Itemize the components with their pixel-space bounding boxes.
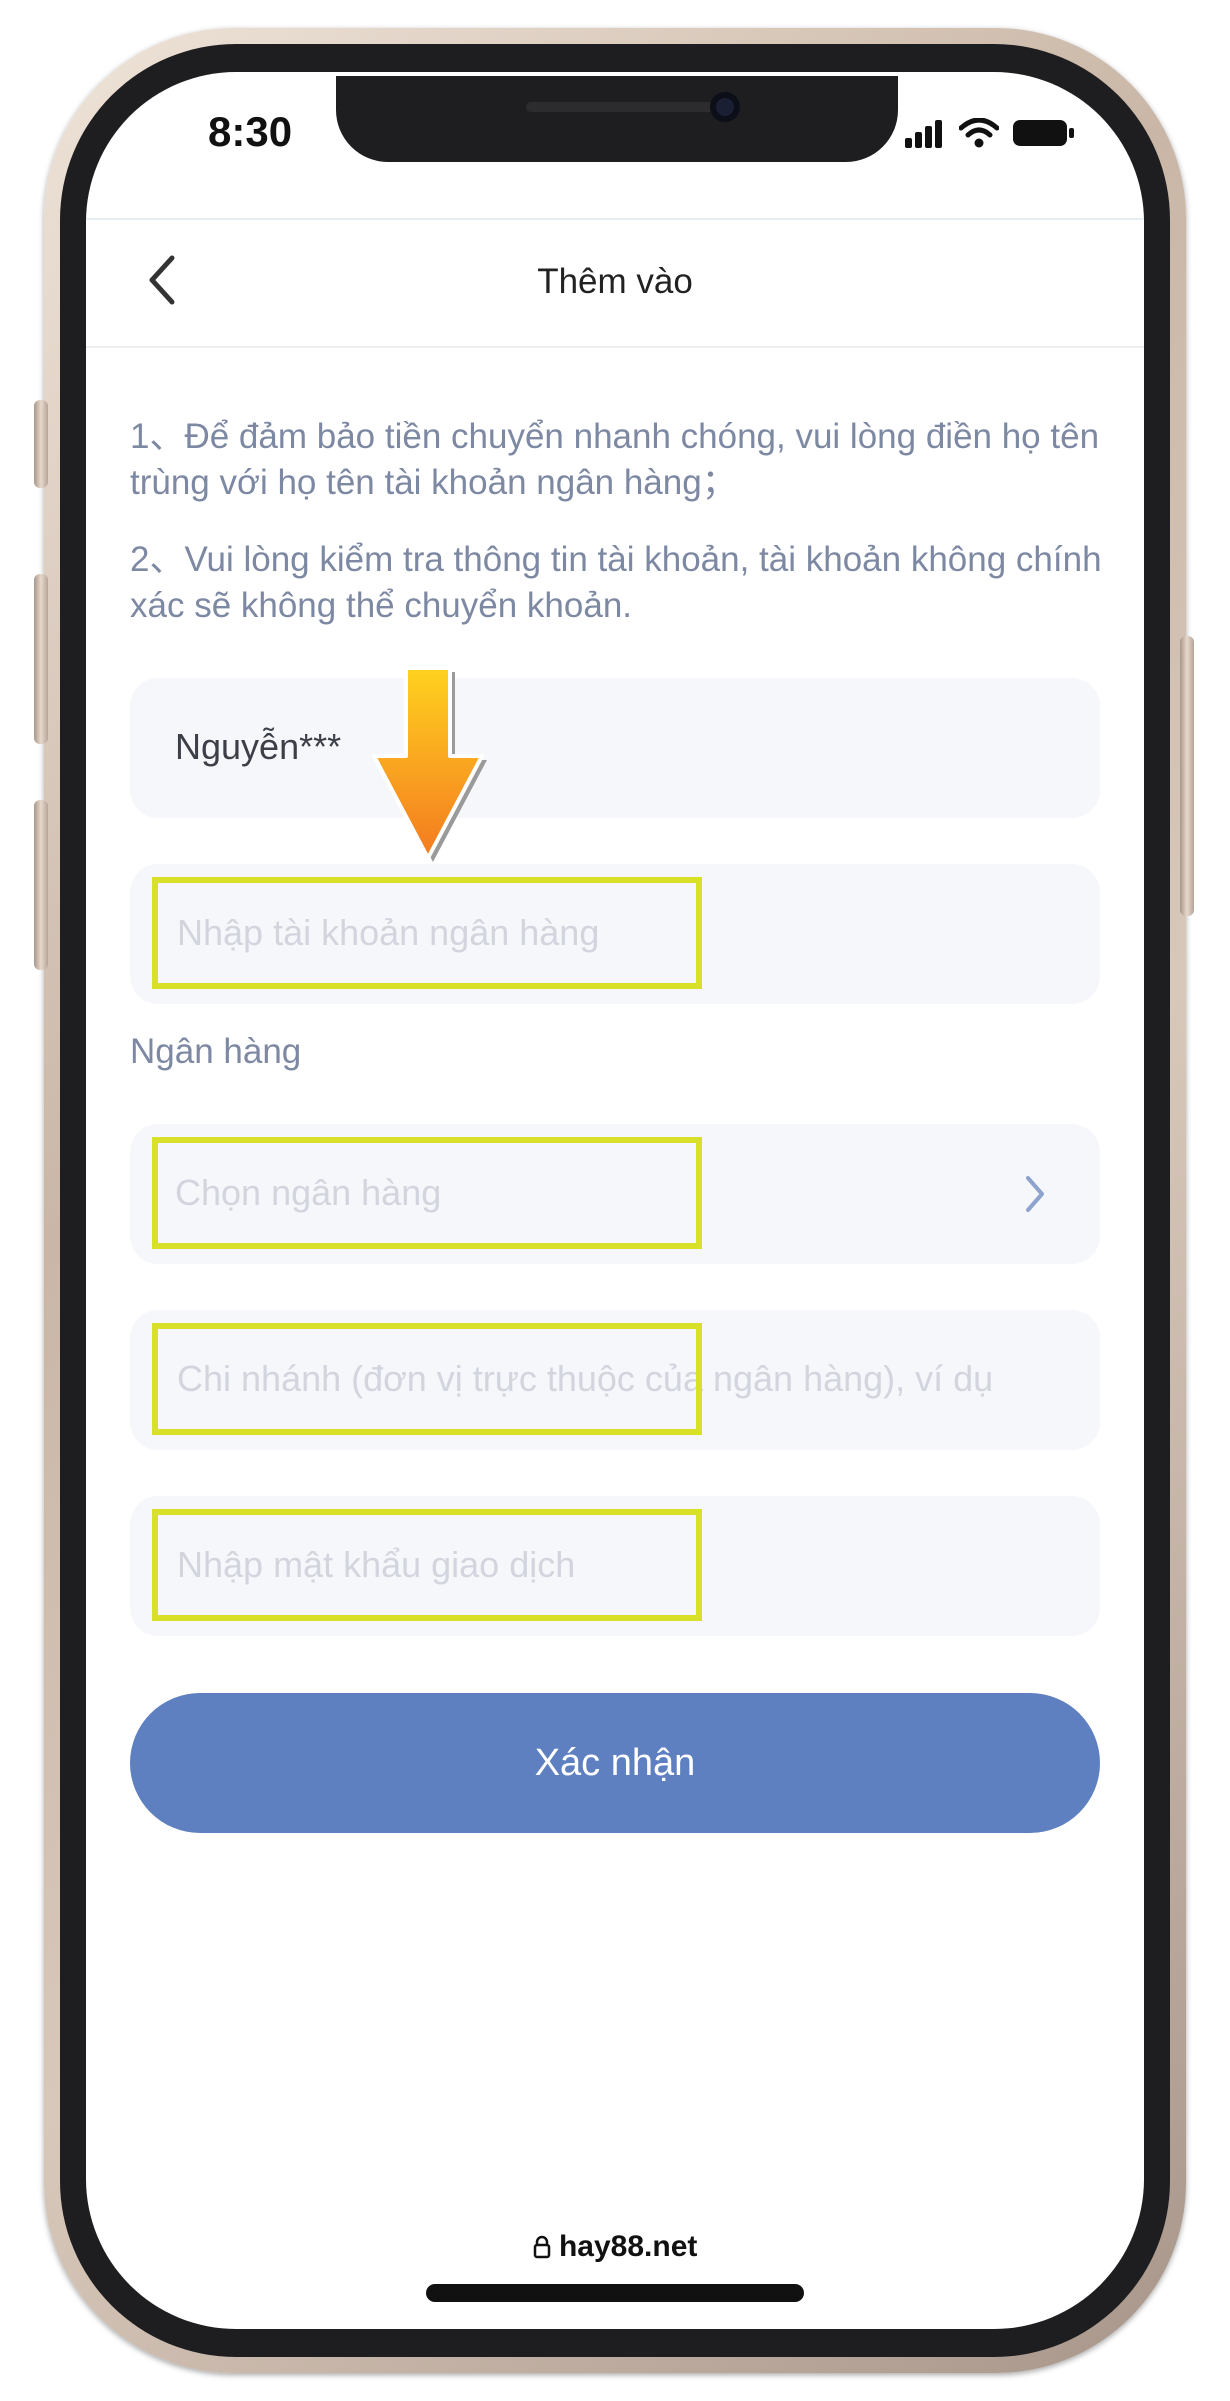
branch-field[interactable] bbox=[130, 1310, 1100, 1450]
bank-section-label: Ngân hàng bbox=[130, 1032, 302, 1071]
bank-account-field[interactable] bbox=[130, 864, 1100, 1004]
account-name-field[interactable]: Nguyễn*** bbox=[130, 678, 1100, 818]
wifi-icon bbox=[959, 118, 999, 148]
phone-notch bbox=[336, 76, 898, 162]
page-title: Thêm vào bbox=[537, 262, 693, 301]
pointer-arrow-icon bbox=[372, 666, 487, 862]
account-name-value: Nguyễn*** bbox=[175, 726, 342, 767]
phone-side-button bbox=[1180, 636, 1194, 916]
notice-text-1: 1、Để đảm bảo tiền chuyển nhanh chóng, vu… bbox=[130, 417, 1100, 502]
confirm-button[interactable]: Xác nhận bbox=[130, 1693, 1100, 1833]
url-text: hay88.net bbox=[558, 2230, 698, 2263]
battery-icon bbox=[1013, 120, 1067, 146]
phone-side-button bbox=[34, 574, 48, 744]
signal-icon bbox=[905, 118, 945, 148]
url-label: hay88.net bbox=[0, 2230, 1230, 2264]
bank-select-placeholder: Chọn ngân hàng bbox=[175, 1172, 442, 1213]
transaction-password-input[interactable] bbox=[175, 1534, 1059, 1596]
phone-side-button bbox=[34, 800, 48, 970]
camera-icon bbox=[710, 92, 740, 122]
speaker bbox=[526, 102, 716, 112]
branch-input[interactable] bbox=[175, 1348, 1059, 1410]
bank-account-input[interactable] bbox=[175, 902, 1059, 964]
home-indicator[interactable] bbox=[426, 2284, 804, 2302]
phone-side-button bbox=[34, 400, 48, 488]
chevron-right-icon bbox=[1026, 1176, 1044, 1212]
lock-icon bbox=[533, 2235, 550, 2259]
bank-select[interactable]: Chọn ngân hàng bbox=[130, 1124, 1100, 1264]
transaction-password-field[interactable] bbox=[130, 1496, 1100, 1636]
status-time: 8:30 bbox=[208, 108, 293, 155]
notice-text-2: 2、Vui lòng kiểm tra thông tin tài khoản,… bbox=[130, 540, 1102, 625]
battery-cap bbox=[1069, 128, 1074, 138]
